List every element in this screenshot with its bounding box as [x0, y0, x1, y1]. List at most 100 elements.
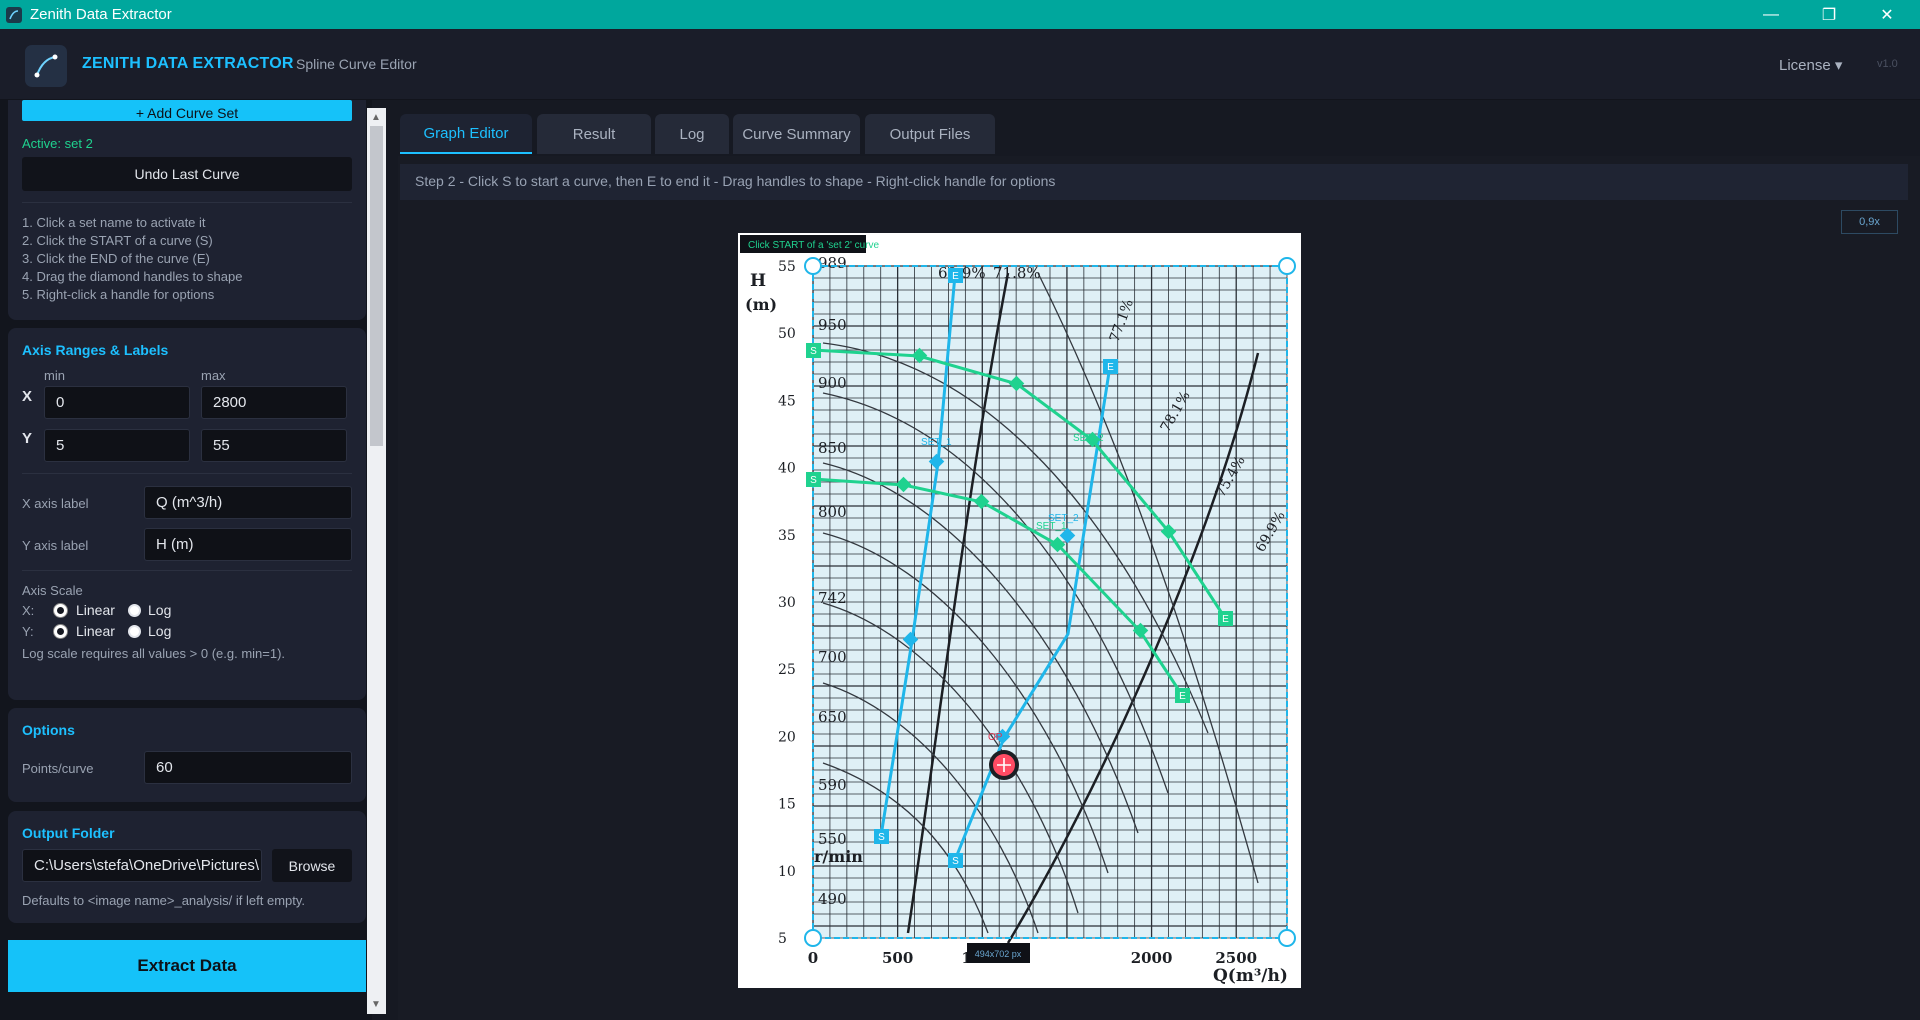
- options-panel-title: Options: [22, 722, 75, 738]
- output-panel-title: Output Folder: [22, 825, 115, 841]
- app-icon: [6, 6, 22, 23]
- y-log-radio[interactable]: [128, 625, 141, 638]
- options-panel: Options Points/curve 60: [8, 708, 366, 802]
- y-tick-label: 45: [778, 393, 796, 409]
- min-caption: min: [44, 368, 65, 383]
- corner-handle[interactable]: [804, 257, 822, 275]
- points-per-curve-caption: Points/curve: [22, 761, 94, 776]
- y-axis-label-input[interactable]: H (m): [144, 528, 352, 561]
- undo-last-curve-button[interactable]: Undo Last Curve: [22, 157, 352, 191]
- y-tick-label: 55: [778, 259, 796, 275]
- main-area: Graph Editor Result Log Curve Summary Ou…: [398, 100, 1920, 1020]
- operating-point-label: OP: [988, 732, 1003, 743]
- points-per-curve-input[interactable]: 60: [144, 751, 352, 784]
- axis-ranges-panel: Axis Ranges & Labels min max X 0 2800 Y …: [8, 328, 366, 700]
- rpm-unit-label: r/min: [814, 847, 863, 866]
- rpm-label: 490: [818, 890, 847, 908]
- rpm-label: 989: [818, 254, 847, 272]
- x-range-label: X: [22, 388, 33, 405]
- active-set-label: Active: set 2: [22, 136, 93, 151]
- y-linear-radio[interactable]: [54, 625, 67, 638]
- handle-label: S: [952, 856, 959, 867]
- canvas-hint: Click START of a 'set 2' curve: [748, 240, 880, 251]
- brand-subtitle: Spline Curve Editor: [296, 56, 417, 72]
- x-linear-radio[interactable]: [54, 604, 67, 617]
- y-tick-label: 25: [778, 662, 796, 678]
- handle-label: S: [878, 832, 885, 843]
- version-label: v1.0: [1877, 58, 1898, 70]
- rpm-label: 550: [818, 830, 847, 848]
- x-axis-label-caption: X axis label: [22, 496, 89, 511]
- curve-sets-panel: + Add Curve Set Active: set 2 Undo Last …: [8, 100, 366, 320]
- y-tick-label: 10: [778, 864, 796, 880]
- y-tick-label: 30: [778, 595, 796, 611]
- step-instructions: Step 2 - Click S to start a curve, then …: [400, 164, 1908, 200]
- image-size-badge: 494x702 px: [975, 949, 1022, 959]
- set-label: SET_1: [1036, 521, 1067, 532]
- divider: [22, 473, 352, 474]
- tab-log[interactable]: Log: [655, 114, 729, 154]
- instruction-4: 4. Drag the diamond handles to shape: [22, 269, 243, 284]
- tab-output-files[interactable]: Output Files: [865, 114, 995, 154]
- x-tick-label: 500: [882, 949, 913, 967]
- y-tick-label: 5: [778, 931, 787, 947]
- restore-button[interactable]: ❐: [1800, 0, 1858, 29]
- set-label: SET_1: [921, 437, 952, 448]
- axis-scale-title: Axis Scale: [22, 583, 83, 598]
- rpm-label: 950: [818, 316, 847, 334]
- y-tick-label: 20: [778, 729, 796, 745]
- corner-handle[interactable]: [1278, 929, 1296, 947]
- x-log-radio[interactable]: [128, 604, 141, 617]
- y-tick-label: 35: [778, 528, 796, 544]
- y-tick-label: 50: [778, 326, 796, 342]
- logo-icon: [25, 45, 67, 87]
- minimize-button[interactable]: —: [1742, 0, 1800, 29]
- output-folder-panel: Output Folder C:\Users\stefa\OneDrive\Pi…: [8, 811, 366, 923]
- handle-label: E: [952, 271, 959, 282]
- output-path-input[interactable]: C:\Users\stefa\OneDrive\Pictures\: [22, 849, 262, 882]
- y-scale-caption: Y:: [22, 624, 34, 639]
- scroll-up-icon[interactable]: ▲: [371, 112, 381, 123]
- sidebar: + Add Curve Set Active: set 2 Undo Last …: [0, 100, 372, 1020]
- y-log-label: Log: [148, 623, 172, 639]
- rpm-label: 800: [818, 503, 847, 521]
- extract-data-button[interactable]: Extract Data: [8, 940, 366, 992]
- zoom-level[interactable]: 0,9x: [1841, 210, 1898, 234]
- graph-canvas[interactable]: H (m) 555045403530252015105 050010002000…: [738, 233, 1301, 988]
- rpm-label: 700: [818, 648, 847, 666]
- tab-result[interactable]: Result: [537, 114, 651, 154]
- max-caption: max: [201, 368, 226, 383]
- add-curve-set-button[interactable]: + Add Curve Set: [22, 100, 352, 121]
- x-tick-label: 2500: [1215, 949, 1257, 967]
- brand-name: ZENITH DATA EXTRACTOR: [82, 55, 294, 72]
- close-button[interactable]: ✕: [1858, 0, 1916, 29]
- operating-point-marker[interactable]: [989, 750, 1019, 780]
- corner-handle[interactable]: [804, 929, 822, 947]
- handle-label: E: [1107, 362, 1114, 373]
- x-axis-label-input[interactable]: Q (m^3/h): [144, 486, 352, 519]
- handle-label: S: [810, 346, 817, 357]
- scroll-thumb[interactable]: [370, 126, 383, 446]
- y-max-input[interactable]: 55: [201, 429, 347, 462]
- app-header: ZENITH DATA EXTRACTOR Spline Curve Edito…: [0, 29, 1920, 100]
- tab-graph-editor[interactable]: Graph Editor: [400, 114, 532, 154]
- rpm-label: 650: [818, 708, 847, 726]
- corner-handle[interactable]: [1278, 257, 1296, 275]
- tab-curve-summary[interactable]: Curve Summary: [733, 114, 860, 154]
- license-menu[interactable]: License ▾: [1779, 56, 1842, 74]
- output-folder-note: Defaults to <image name>_analysis/ if le…: [22, 893, 306, 908]
- x-tick-label: 2000: [1131, 949, 1173, 967]
- browse-button[interactable]: Browse: [272, 849, 352, 882]
- rpm-label: 742: [818, 589, 847, 607]
- set-label: SET_2: [1073, 433, 1104, 444]
- y-min-input[interactable]: 5: [44, 429, 190, 462]
- scroll-down-icon[interactable]: ▼: [371, 999, 381, 1010]
- y-axis-title: H: [750, 271, 766, 291]
- x-linear-label: Linear: [76, 602, 115, 618]
- log-scale-note: Log scale requires all values > 0 (e.g. …: [22, 646, 286, 661]
- rpm-label: 590: [818, 776, 847, 794]
- x-max-input[interactable]: 2800: [201, 386, 347, 419]
- x-min-input[interactable]: 0: [44, 386, 190, 419]
- divider: [22, 202, 352, 203]
- handle-label: E: [1179, 691, 1186, 702]
